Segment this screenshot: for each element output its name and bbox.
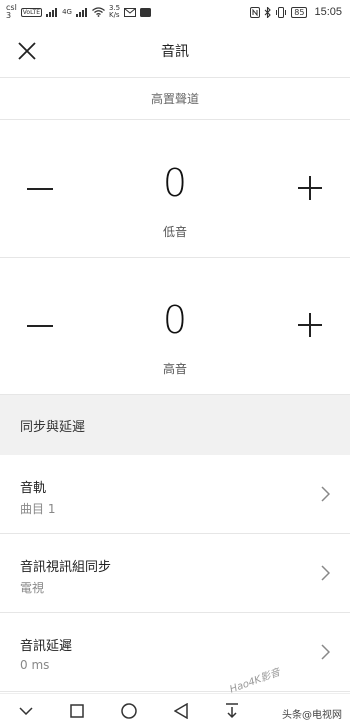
bass-label: 低音 bbox=[162, 225, 187, 239]
mail-icon bbox=[124, 7, 137, 17]
nav-back-button[interactable] bbox=[166, 696, 196, 726]
section-label: 高置聲道 bbox=[0, 78, 350, 120]
wifi-icon bbox=[92, 7, 105, 17]
nav-home-button[interactable] bbox=[114, 696, 144, 726]
plus-icon bbox=[298, 313, 322, 337]
bass-control: 0 低音 bbox=[0, 121, 350, 258]
list-item-subtitle: 曲目 1 bbox=[20, 502, 56, 516]
signal-icon bbox=[46, 7, 58, 17]
list-item-title: 音訊延遲 bbox=[20, 639, 73, 654]
nav-download-button[interactable] bbox=[217, 696, 247, 726]
nfc-icon bbox=[250, 6, 261, 18]
volte-badge: VoLTE bbox=[20, 7, 43, 17]
nav-down-icon bbox=[19, 706, 33, 715]
list-item-title: 音軌 bbox=[20, 481, 47, 496]
chevron-right-icon bbox=[318, 564, 332, 582]
network-type: 4G bbox=[62, 8, 72, 16]
battery-indicator: 85 bbox=[291, 6, 308, 18]
watermark-source: 头条@电视网 bbox=[282, 710, 342, 721]
nav-hide-button[interactable] bbox=[11, 696, 41, 726]
page-title: 音訊 bbox=[161, 43, 189, 60]
status-bar: csl 3 VoLTE 4G 3.5 K/s 85 15:05 bbox=[0, 0, 350, 24]
nav-back-icon bbox=[173, 702, 188, 719]
treble-control: 0 高音 bbox=[0, 258, 350, 395]
clock: 15:05 bbox=[314, 6, 342, 18]
list-item-subtitle: 0 ms bbox=[20, 658, 50, 672]
bluetooth-icon bbox=[264, 6, 272, 18]
list-item-subtitle: 電視 bbox=[20, 581, 45, 595]
treble-label: 高音 bbox=[162, 362, 187, 376]
vibrate-icon bbox=[276, 6, 287, 18]
list-item-audio-delay[interactable]: 音訊延遲 0 ms bbox=[0, 613, 350, 692]
chevron-right-icon bbox=[318, 485, 332, 503]
app-notification-icon bbox=[140, 7, 152, 17]
status-left: csl 3 VoLTE 4G 3.5 K/s bbox=[6, 4, 152, 20]
list-item-title: 音訊視訊組同步 bbox=[20, 560, 112, 575]
sync-group-header: 同步與延遲 bbox=[0, 395, 350, 455]
net-speed-unit: K/s bbox=[108, 11, 120, 19]
net-speed: 3.5 K/s bbox=[109, 5, 120, 19]
app-header: 音訊 bbox=[0, 24, 350, 78]
carrier-block: csl 3 bbox=[6, 4, 17, 20]
close-icon bbox=[18, 42, 36, 60]
list-item-audio-track[interactable]: 音軌 曲目 1 bbox=[0, 455, 350, 534]
bass-increase-button[interactable] bbox=[295, 173, 325, 203]
treble-increase-button[interactable] bbox=[295, 310, 325, 340]
nav-home-icon bbox=[121, 702, 137, 719]
chevron-right-icon bbox=[318, 643, 332, 661]
plus-icon bbox=[298, 176, 322, 200]
carrier-sub: 3 bbox=[6, 11, 12, 20]
nav-recents-button[interactable] bbox=[62, 696, 92, 726]
signal-icon-2 bbox=[75, 7, 87, 17]
status-right: 85 15:05 bbox=[250, 6, 342, 18]
close-button[interactable] bbox=[14, 38, 40, 64]
nav-square-icon bbox=[70, 703, 85, 718]
list-item-av-sync[interactable]: 音訊視訊組同步 電視 bbox=[0, 534, 350, 613]
nav-download-icon bbox=[226, 702, 239, 718]
